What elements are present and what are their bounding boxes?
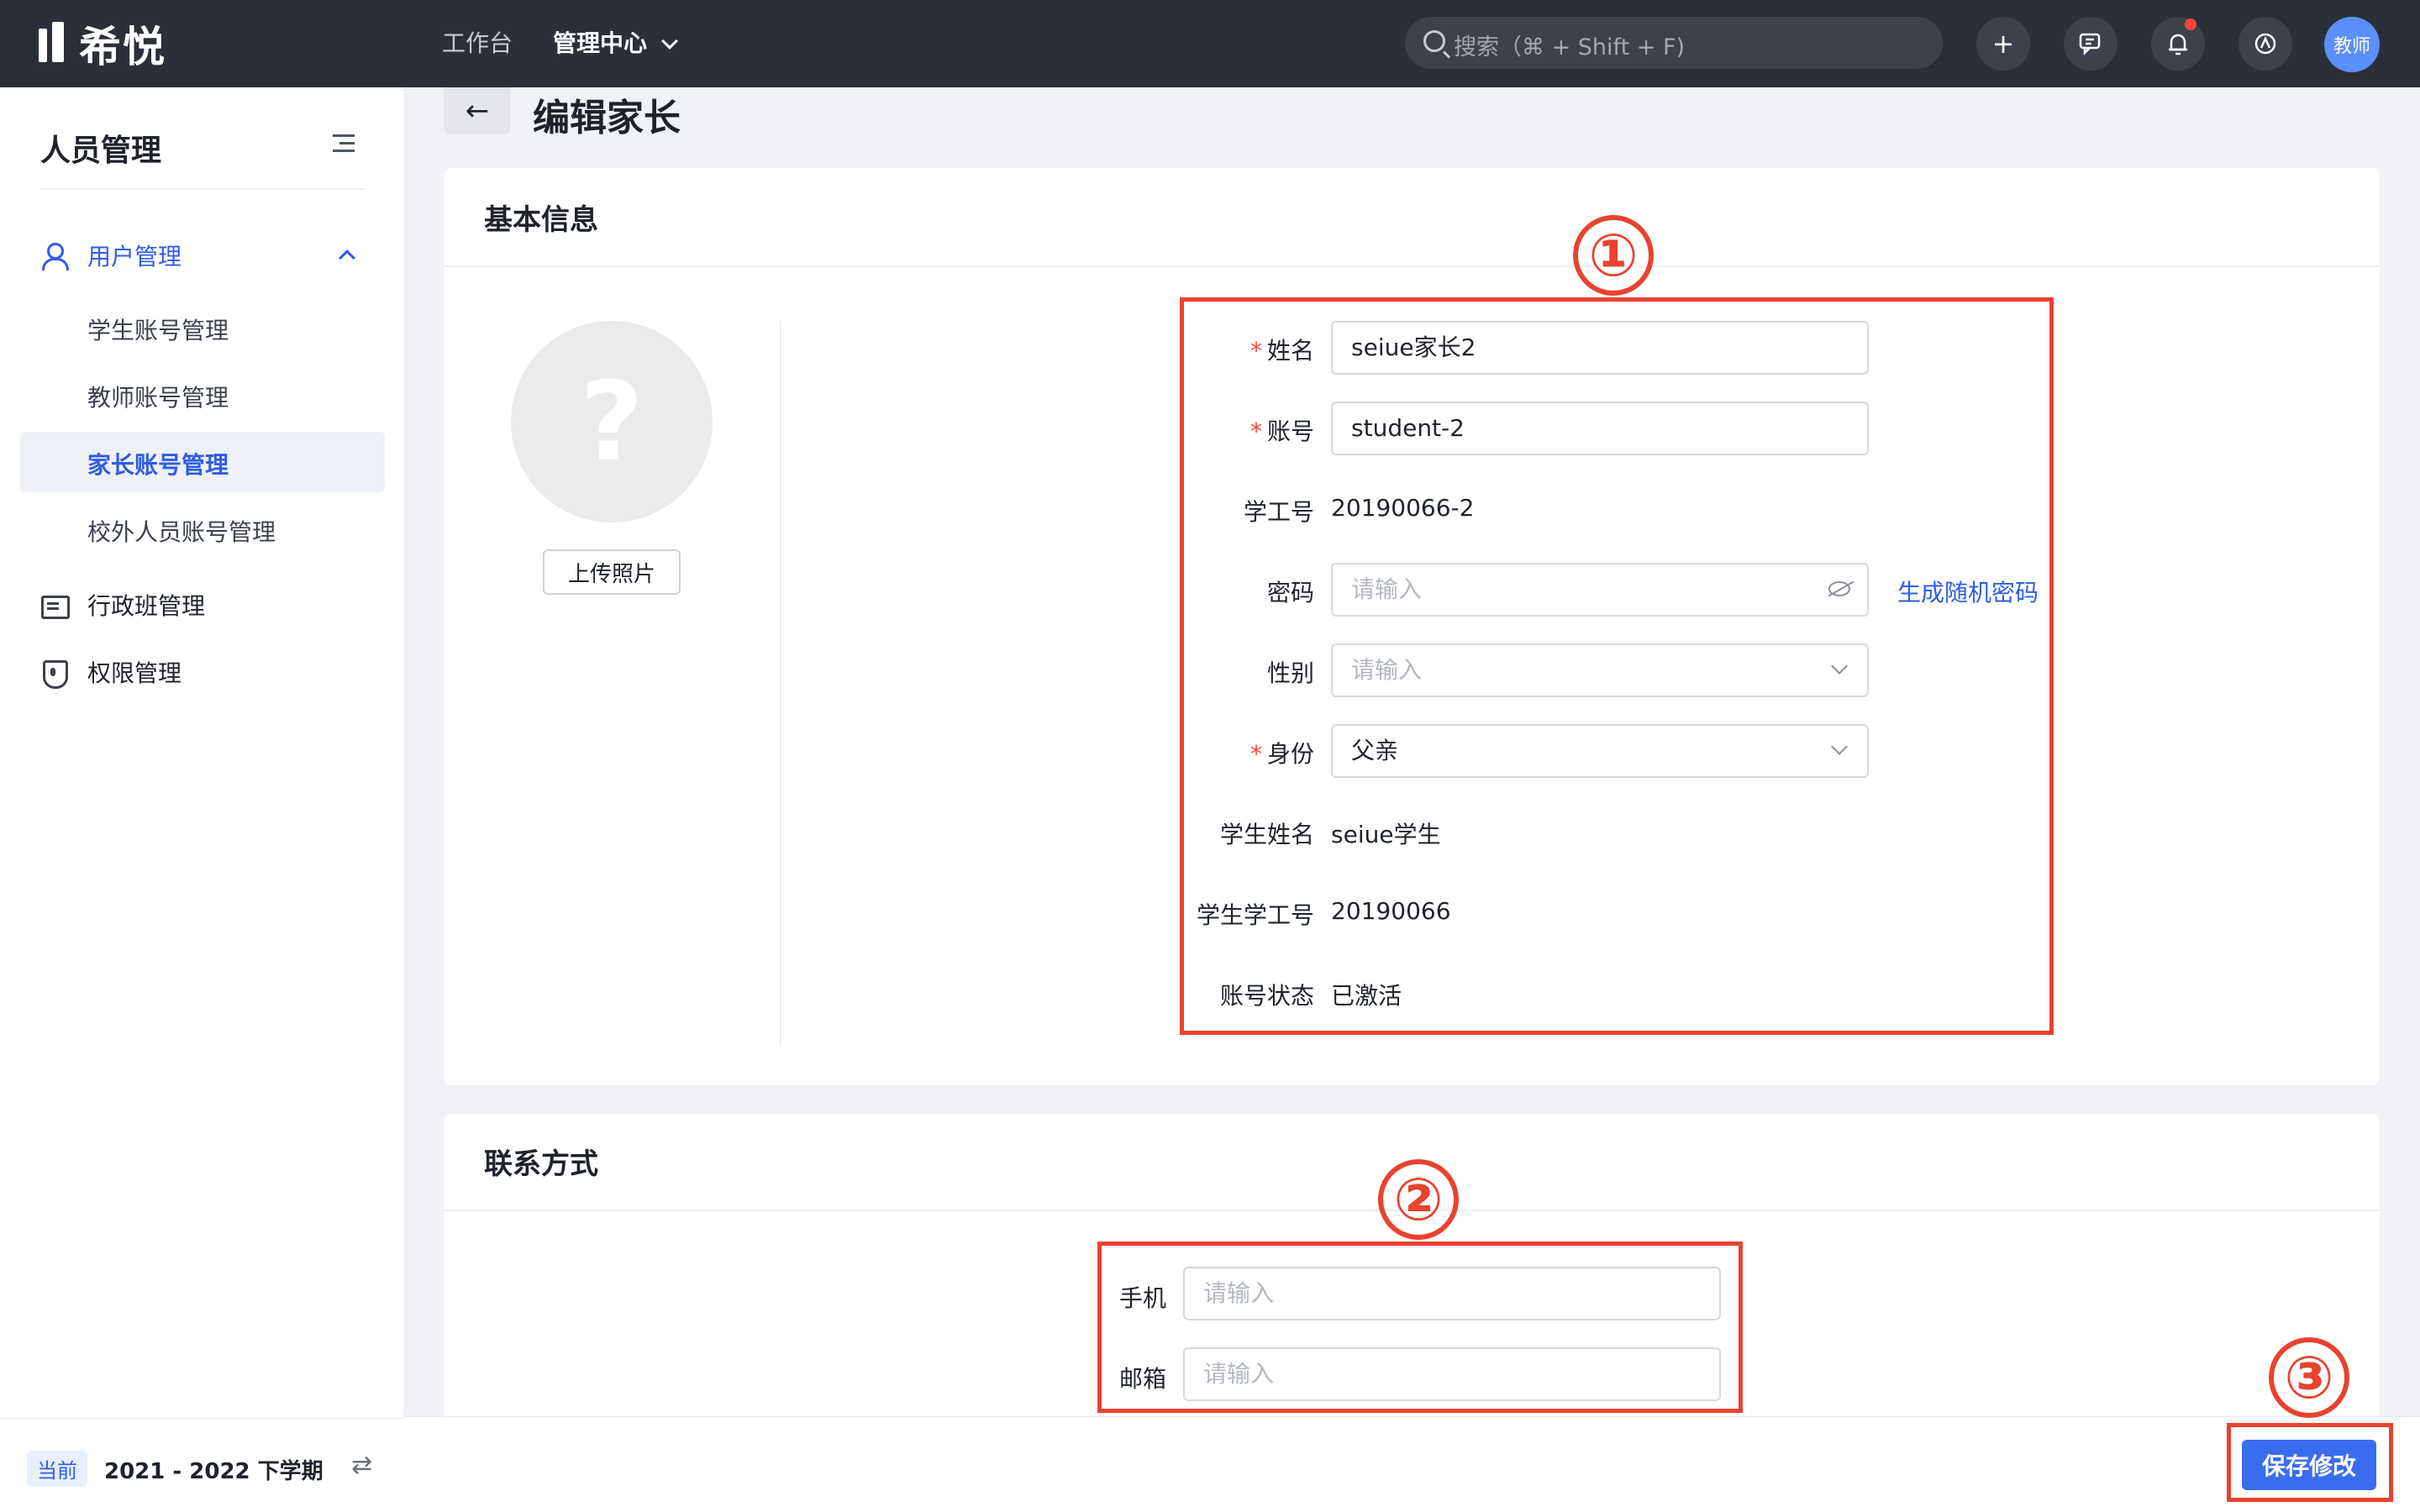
annotation-number-3: ③ (2269, 1337, 2349, 1418)
bell-icon (2169, 34, 2187, 55)
brand-logo[interactable]: 希悦 (39, 20, 166, 71)
top-navigation-bar: 希悦 工作台 管理中心 搜索（⌘ + Shift + F) + 教师 (0, 0, 2420, 87)
sidebar-divider (40, 188, 365, 190)
sidebar-item-permission-management[interactable]: 权限管理 (40, 655, 182, 689)
upload-photo-button[interactable]: 上传照片 (543, 549, 681, 595)
sidebar-item-class-management[interactable]: 行政班管理 (40, 588, 205, 622)
annotation-number-2: ② (1378, 1159, 1459, 1240)
plus-icon: + (1991, 28, 2015, 60)
global-search-input[interactable]: 搜索（⌘ + Shift + F) (1405, 17, 1943, 69)
sidebar-item-parent-accounts[interactable]: 家长账号管理 (87, 447, 229, 480)
compass-icon (2254, 33, 2276, 55)
notification-dot (2185, 18, 2196, 30)
sidebar-item-external-accounts[interactable]: 校外人员账号管理 (87, 514, 276, 548)
arrow-left-icon: ← (465, 94, 490, 128)
search-icon (1423, 30, 1445, 52)
chevron-down-icon[interactable] (661, 33, 678, 50)
card-title: 联系方式 (484, 1147, 598, 1181)
annotation-box-2 (1097, 1242, 1743, 1413)
page-title: 编辑家长 (533, 97, 681, 139)
term-text: 2021 - 2022 下学期 (104, 1459, 324, 1484)
photo-placeholder: ? (511, 321, 713, 522)
logo-mark-icon (39, 22, 67, 66)
app-switch-button[interactable] (2238, 17, 2292, 71)
annotation-box-3 (2227, 1423, 2393, 1502)
notifications-button[interactable] (2151, 17, 2205, 71)
chat-icon (2079, 33, 2101, 55)
section-divider (780, 321, 781, 1047)
question-icon: ? (580, 358, 644, 486)
sidebar-group-label: 用户管理 (87, 243, 182, 270)
term-badge: 当前 (27, 1451, 87, 1487)
nav-workbench[interactable]: 工作台 (442, 25, 513, 59)
avatar-label: 教师 (2333, 36, 2370, 57)
collapse-sidebar-icon[interactable] (333, 134, 355, 153)
back-button[interactable]: ← (444, 87, 511, 134)
sidebar-group-user-management[interactable]: 用户管理 (40, 239, 182, 272)
user-avatar[interactable]: 教师 (2324, 17, 2380, 72)
brand-name: 希悦 (79, 23, 166, 71)
swap-icon[interactable] (351, 1451, 376, 1480)
card-title: 基本信息 (484, 203, 598, 237)
search-placeholder: 搜索（⌘ + Shift + F) (1454, 34, 1686, 60)
bottom-action-bar (405, 1416, 2420, 1512)
chevron-up-icon[interactable] (339, 249, 355, 266)
annotation-box-1 (1180, 297, 2054, 1035)
class-icon (40, 592, 70, 619)
nav-admin-center[interactable]: 管理中心 (553, 25, 647, 59)
shield-icon (40, 659, 68, 689)
annotation-number-1: ① (1573, 215, 1654, 296)
sidebar-item-student-accounts[interactable]: 学生账号管理 (87, 312, 229, 346)
card-divider (444, 265, 2380, 267)
sidebar-item-label: 行政班管理 (87, 592, 206, 620)
sidebar-item-label: 权限管理 (87, 659, 182, 687)
add-button[interactable]: + (1976, 17, 2030, 71)
sidebar-title: 人员管理 (40, 134, 162, 168)
messages-button[interactable] (2064, 17, 2118, 71)
sidebar: 人员管理 用户管理 学生账号管理 教师账号管理 家长账号管理 校外人员账号管理 … (0, 87, 405, 1512)
term-selector[interactable]: 当前 2021 - 2022 下学期 (0, 1418, 405, 1512)
sidebar-item-teacher-accounts[interactable]: 教师账号管理 (87, 380, 229, 413)
user-icon (40, 243, 69, 270)
